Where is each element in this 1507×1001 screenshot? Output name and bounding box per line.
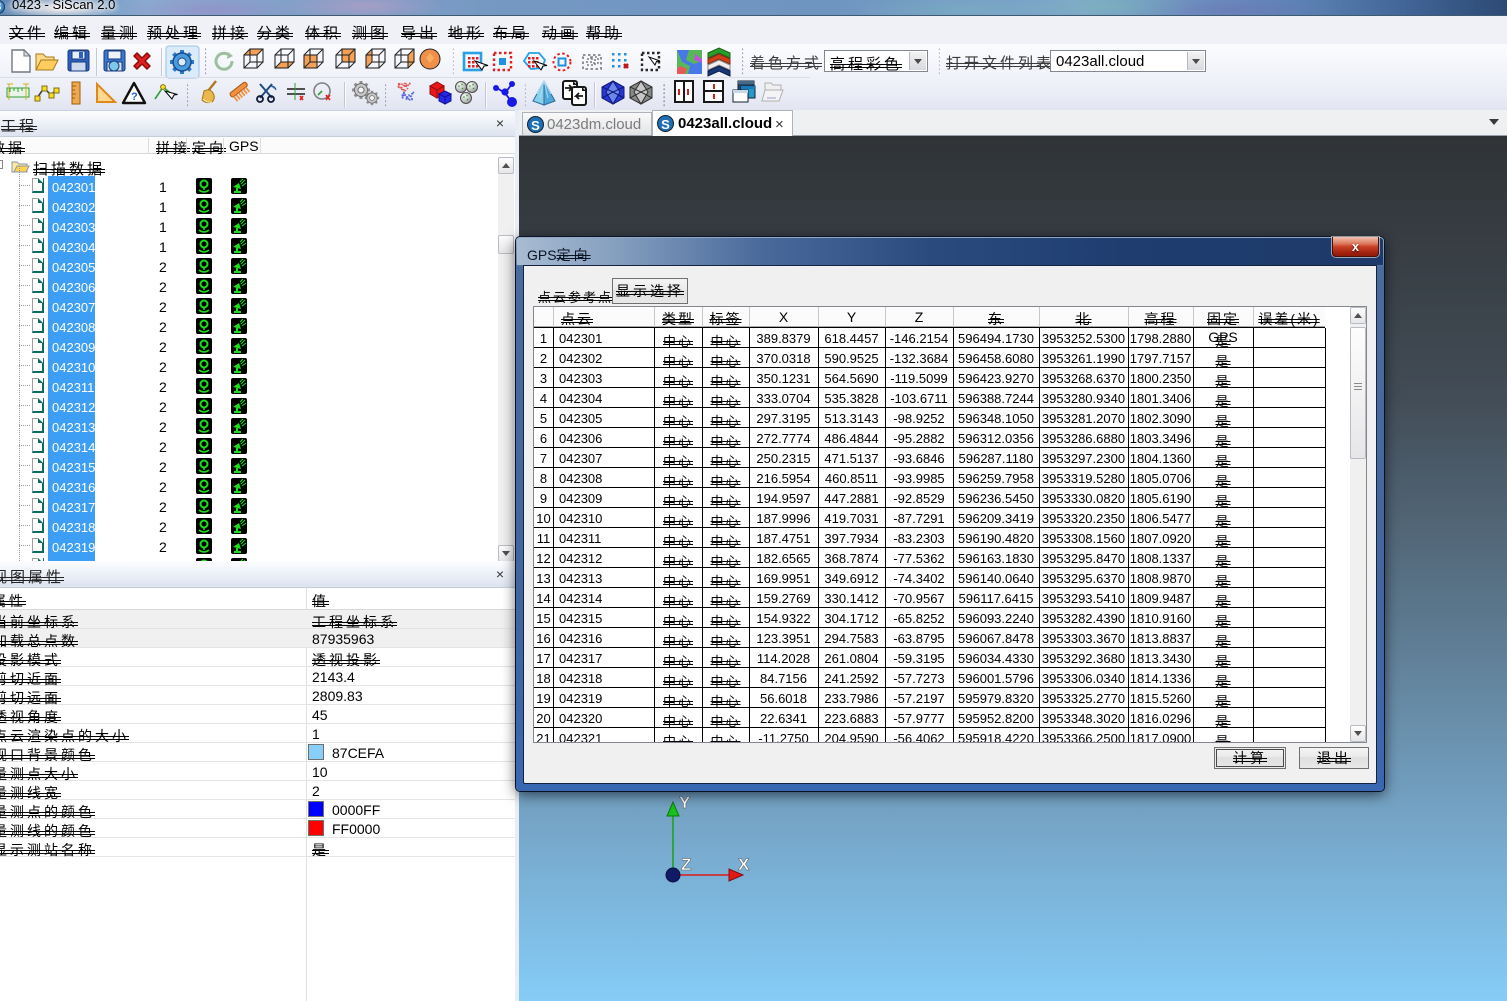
svg-text:Y: Y (679, 793, 691, 812)
svg-text:Z: Z (681, 855, 691, 874)
svg-text:X: X (738, 855, 750, 874)
svg-text:?: ? (131, 91, 138, 103)
